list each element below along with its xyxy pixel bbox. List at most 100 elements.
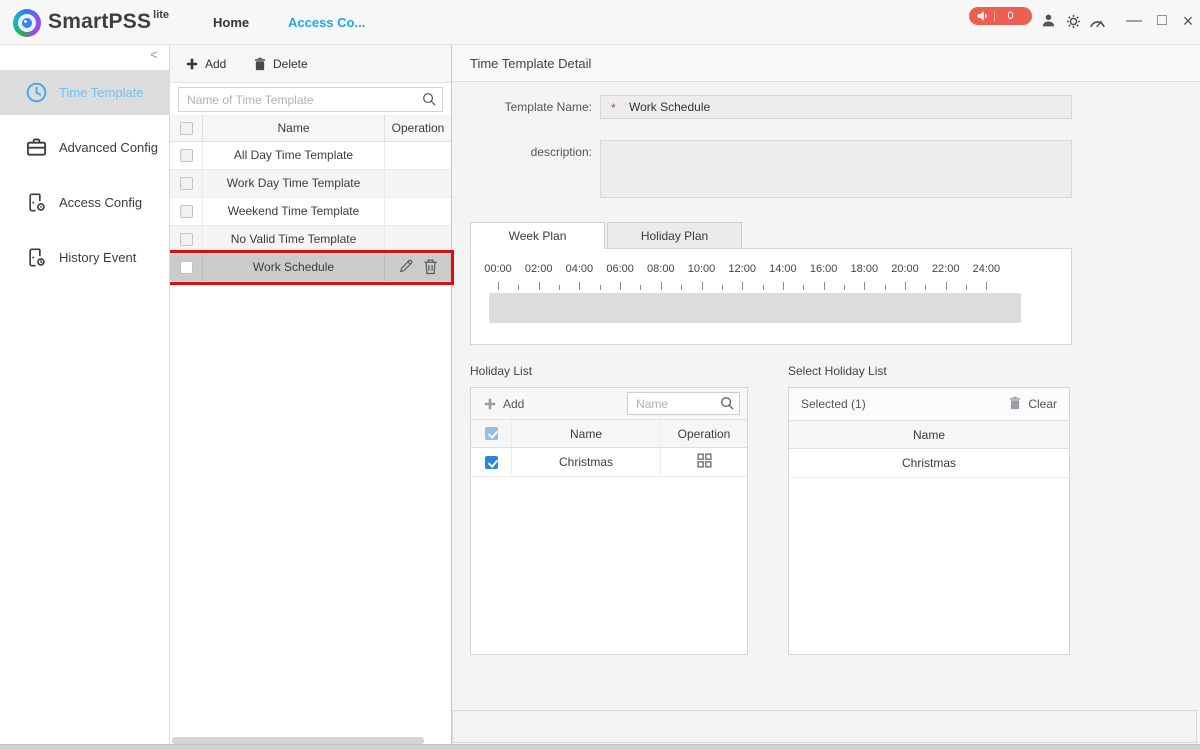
table-row[interactable]: Work Day Time Template	[170, 170, 451, 198]
time-label: 20:00	[891, 263, 919, 275]
tab-week-plan[interactable]: Week Plan	[470, 222, 605, 249]
time-label: 02:00	[525, 263, 553, 275]
time-label: 24:00	[973, 263, 1001, 275]
template-search-input[interactable]	[178, 87, 443, 112]
row-checkbox[interactable]	[180, 261, 193, 274]
delete-trash-icon[interactable]	[423, 258, 438, 278]
tick-mark	[844, 285, 845, 290]
user-icon[interactable]	[1041, 13, 1056, 28]
selected-holiday-name[interactable]: Christmas	[789, 449, 1069, 478]
time-template-list-panel: Add Delete Name Operation All Day Time T…	[170, 45, 452, 750]
row-checkbox[interactable]	[180, 233, 193, 246]
alarm-count: 0	[995, 10, 1032, 22]
template-search-area	[170, 84, 451, 114]
holiday-row[interactable]: Christmas	[471, 448, 747, 477]
edit-pencil-icon[interactable]	[398, 258, 414, 277]
table-row[interactable]: All Day Time Template	[170, 142, 451, 170]
horizontal-scrollbar[interactable]	[172, 737, 424, 744]
collapse-sidebar-icon[interactable]: <	[146, 47, 162, 62]
table-row-selected[interactable]: Work Schedule	[170, 254, 451, 282]
time-label: 04:00	[566, 263, 594, 275]
time-label: 22:00	[932, 263, 960, 275]
row-checkbox[interactable]	[180, 149, 193, 162]
title-bar: SmartPSS lite Home Access Co... 0 — □ ×	[0, 0, 1200, 45]
tick-mark	[559, 285, 560, 290]
add-template-button[interactable]: Add	[186, 45, 226, 83]
description-textarea[interactable]	[600, 140, 1072, 198]
sidebar-item-time-template[interactable]: Time Template	[0, 70, 170, 115]
performance-gauge-icon[interactable]	[1089, 15, 1106, 29]
time-template-detail-panel: Time Template Detail Template Name: * de…	[452, 45, 1200, 750]
tick-mark	[620, 282, 621, 290]
detail-panel-title: Time Template Detail	[452, 45, 1200, 82]
table-row[interactable]: No Valid Time Template	[170, 226, 451, 254]
select-holiday-list-box: Selected (1) Clear Name Christmas	[788, 387, 1070, 655]
clear-button[interactable]: Clear	[1009, 396, 1057, 413]
settings-gear-icon[interactable]	[1066, 14, 1081, 29]
holiday-table-header: Name Operation	[471, 420, 747, 448]
window-bottom-strip	[0, 744, 1200, 750]
template-name-input[interactable]	[601, 96, 1071, 118]
time-label: 10:00	[688, 263, 716, 275]
template-name: Work Schedule	[202, 254, 385, 281]
tick-mark	[702, 282, 703, 290]
tick-mark	[579, 282, 580, 290]
sidebar-item-history-event[interactable]: History Event	[0, 235, 170, 280]
clock-icon	[24, 81, 48, 104]
sidebar-item-label: Time Template	[59, 85, 144, 100]
app-logo: SmartPSS lite	[13, 8, 169, 37]
search-icon[interactable]	[720, 396, 734, 413]
tick-mark	[885, 285, 886, 290]
column-header-operation: Operation	[661, 427, 747, 441]
tick-mark	[640, 285, 641, 290]
tick-mark	[600, 285, 601, 290]
tab-holiday-plan[interactable]: Holiday Plan	[607, 222, 742, 249]
selected-count: Selected (1)	[801, 397, 866, 411]
holiday-search-area	[627, 392, 740, 415]
app-title: SmartPSS	[48, 8, 151, 36]
tick-mark	[661, 282, 662, 290]
tab-access-control[interactable]: Access Co...	[288, 0, 365, 45]
briefcase-icon	[24, 136, 48, 159]
speaker-icon	[977, 10, 989, 22]
sidebar-item-label: Advanced Config	[59, 140, 158, 155]
template-table: Name Operation All Day Time Template Wor…	[170, 115, 451, 282]
delete-template-button[interactable]: Delete	[254, 45, 308, 83]
minimize-button[interactable]: —	[1123, 0, 1145, 45]
add-holiday-button[interactable]: Add	[484, 397, 524, 411]
time-label: 14:00	[769, 263, 797, 275]
plus-icon	[186, 58, 198, 70]
detail-bottom-bar	[452, 710, 1197, 743]
timeline-track[interactable]	[489, 293, 1021, 323]
tick-mark	[763, 285, 764, 290]
tab-home[interactable]: Home	[213, 0, 249, 45]
time-label: 18:00	[851, 263, 879, 275]
tick-mark	[722, 285, 723, 290]
select-all-holidays-checkbox[interactable]	[485, 427, 498, 440]
sidebar-item-advanced-config[interactable]: Advanced Config	[0, 125, 170, 170]
holiday-detail-grid-icon[interactable]	[697, 453, 712, 471]
add-template-label: Add	[205, 57, 226, 71]
selected-header: Selected (1) Clear	[789, 388, 1069, 421]
template-name-field[interactable]: *	[600, 95, 1072, 119]
maximize-button[interactable]: □	[1151, 0, 1173, 45]
tick-mark	[986, 282, 987, 290]
template-name: All Day Time Template	[202, 142, 385, 169]
sidebar-item-access-config[interactable]: Access Config	[0, 180, 170, 225]
column-header-name: Name	[511, 420, 661, 447]
time-label: 16:00	[810, 263, 838, 275]
column-header-name: Name	[789, 421, 1069, 449]
tick-mark	[783, 282, 784, 290]
holiday-list-title: Holiday List	[470, 364, 532, 378]
template-table-header: Name Operation	[170, 115, 451, 142]
table-row[interactable]: Weekend Time Template	[170, 198, 451, 226]
alarm-badge[interactable]: 0	[969, 7, 1032, 25]
holiday-checkbox[interactable]	[485, 456, 498, 469]
trash-icon	[254, 57, 266, 71]
row-checkbox[interactable]	[180, 177, 193, 190]
select-all-checkbox[interactable]	[180, 122, 193, 135]
row-checkbox[interactable]	[180, 205, 193, 218]
holiday-name: Christmas	[511, 448, 661, 476]
search-icon[interactable]	[422, 92, 436, 109]
close-button[interactable]: ×	[1177, 0, 1199, 45]
